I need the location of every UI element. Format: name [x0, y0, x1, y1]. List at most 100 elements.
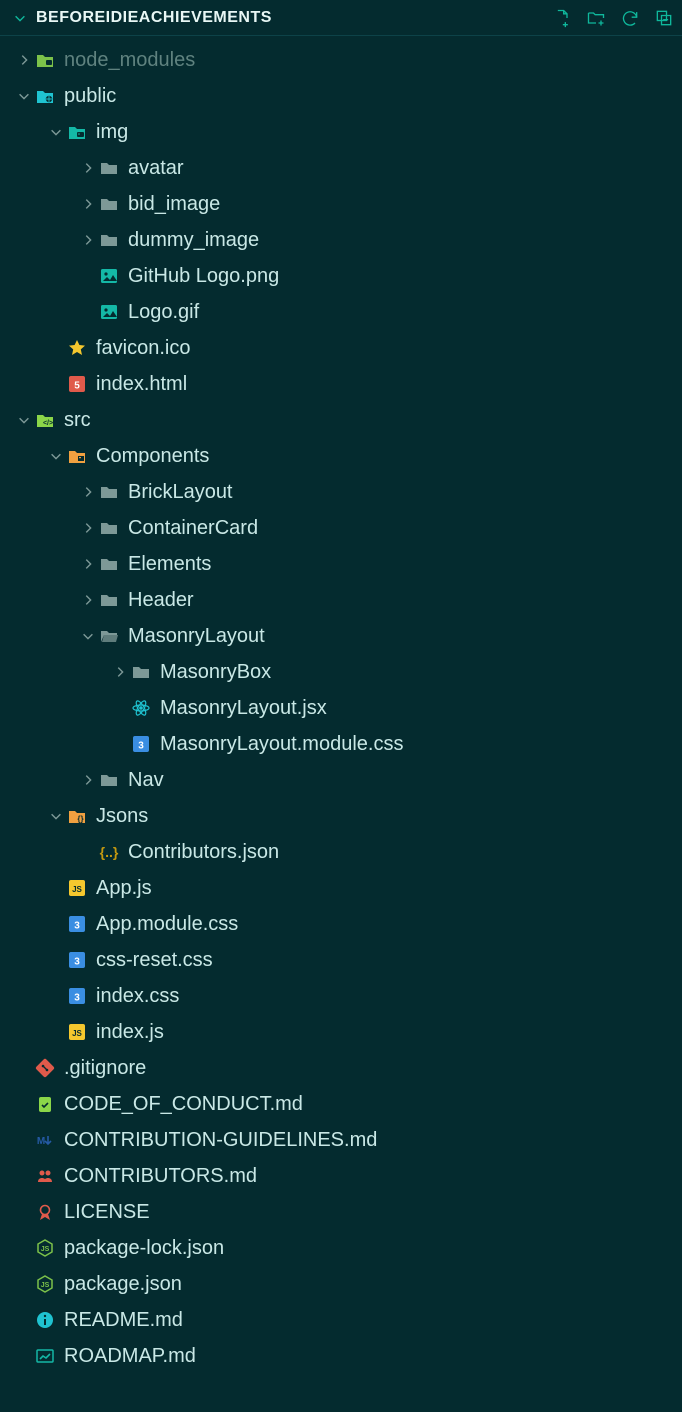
folder-icon [98, 157, 120, 179]
refresh-icon[interactable] [620, 8, 640, 28]
tree-item[interactable]: src [0, 402, 682, 438]
chevron-down-icon[interactable] [78, 629, 98, 643]
tree-item[interactable]: CODE_OF_CONDUCT.md [0, 1086, 682, 1122]
css-icon [130, 733, 152, 755]
tree-item[interactable]: public [0, 78, 682, 114]
tree-item[interactable]: dummy_image [0, 222, 682, 258]
tree-item[interactable]: MasonryLayout.jsx [0, 690, 682, 726]
folder-icon [98, 769, 120, 791]
tree-item-label: BrickLayout [128, 481, 233, 504]
tree-item[interactable]: favicon.ico [0, 330, 682, 366]
folder-icon [98, 553, 120, 575]
chevron-down-icon[interactable] [46, 809, 66, 823]
chevron-down-icon[interactable] [14, 413, 34, 427]
tree-item-label: Contributors.json [128, 841, 279, 864]
tree-item[interactable]: Header [0, 582, 682, 618]
tree-item[interactable]: CONTRIBUTORS.md [0, 1158, 682, 1194]
tree-item[interactable]: .gitignore [0, 1050, 682, 1086]
tree-item[interactable]: README.md [0, 1302, 682, 1338]
tree-item[interactable]: App.module.css [0, 906, 682, 942]
tree-item[interactable]: MasonryBox [0, 654, 682, 690]
tree-item[interactable]: bid_image [0, 186, 682, 222]
tree-item-label: CONTRIBUTORS.md [64, 1165, 257, 1188]
tree-item[interactable]: img [0, 114, 682, 150]
new-folder-icon[interactable] [586, 8, 606, 28]
folder-public-icon [34, 85, 56, 107]
tree-item[interactable]: node_modules [0, 42, 682, 78]
tree-item-label: index.js [96, 1021, 164, 1044]
tree-item-label: index.html [96, 373, 187, 396]
chevron-right-icon[interactable] [78, 773, 98, 787]
tree-item[interactable]: index.css [0, 978, 682, 1014]
chevron-down-icon[interactable] [46, 449, 66, 463]
chevron-right-icon[interactable] [78, 485, 98, 499]
chevron-down-icon[interactable] [46, 125, 66, 139]
chevron-right-icon[interactable] [110, 665, 130, 679]
tree-item[interactable]: index.html [0, 366, 682, 402]
tree-item[interactable]: css-reset.css [0, 942, 682, 978]
tree-item-label: Components [96, 445, 209, 468]
tree-item[interactable]: CONTRIBUTION-GUIDELINES.md [0, 1122, 682, 1158]
tree-item-label: avatar [128, 157, 184, 180]
new-file-icon[interactable] [552, 8, 572, 28]
html-icon [66, 373, 88, 395]
node-icon [34, 1273, 56, 1295]
tree-item[interactable]: ContainerCard [0, 510, 682, 546]
tree-item[interactable]: avatar [0, 150, 682, 186]
chevron-right-icon[interactable] [78, 593, 98, 607]
tree-item-label: MasonryLayout [128, 625, 265, 648]
tree-item-label: ROADMAP.md [64, 1345, 196, 1368]
tree-item[interactable]: Components [0, 438, 682, 474]
image-icon [98, 265, 120, 287]
tree-item[interactable]: App.js [0, 870, 682, 906]
node-icon [34, 1237, 56, 1259]
tree-item[interactable]: package.json [0, 1266, 682, 1302]
chevron-right-icon[interactable] [78, 161, 98, 175]
tree-item[interactable]: MasonryLayout [0, 618, 682, 654]
tree-item[interactable]: Logo.gif [0, 294, 682, 330]
chevron-right-icon[interactable] [78, 197, 98, 211]
tree-item[interactable]: GitHub Logo.png [0, 258, 682, 294]
tree-item[interactable]: Contributors.json [0, 834, 682, 870]
tree-item[interactable]: ROADMAP.md [0, 1338, 682, 1374]
tree-item[interactable]: LICENSE [0, 1194, 682, 1230]
css-icon [66, 985, 88, 1007]
file-tree: node_modulespublicimg avatar bid_imagedumm… [0, 36, 682, 1374]
tree-item-label: favicon.ico [96, 337, 191, 360]
chevron-right-icon[interactable] [78, 233, 98, 247]
tree-item[interactable]: Nav [0, 762, 682, 798]
tree-item-label: package.json [64, 1273, 182, 1296]
folder-src-icon [34, 409, 56, 431]
folder-icon [98, 589, 120, 611]
tree-item[interactable]: BrickLayout [0, 474, 682, 510]
tree-item-label: Jsons [96, 805, 148, 828]
folder-icon [98, 193, 120, 215]
tree-item[interactable]: index.js [0, 1014, 682, 1050]
tree-item-label: CODE_OF_CONDUCT.md [64, 1093, 303, 1116]
tree-item-label: bid_image [128, 193, 220, 216]
tree-item-label: Logo.gif [128, 301, 199, 324]
collapse-all-icon[interactable] [654, 8, 674, 28]
tree-item[interactable]: Jsons [0, 798, 682, 834]
chevron-right-icon[interactable] [14, 53, 34, 67]
tree-item-label: Header [128, 589, 194, 612]
tree-item-label: README.md [64, 1309, 183, 1332]
tree-item-label: index.css [96, 985, 179, 1008]
chevron-down-icon[interactable] [14, 89, 34, 103]
chevron-right-icon[interactable] [78, 557, 98, 571]
folder-img-icon [66, 121, 88, 143]
chevron-right-icon[interactable] [78, 521, 98, 535]
people-icon [34, 1165, 56, 1187]
star-icon [66, 337, 88, 359]
chevron-down-icon[interactable] [10, 11, 30, 25]
tree-item-label: ContainerCard [128, 517, 258, 540]
tree-item-label: GitHub Logo.png [128, 265, 279, 288]
tree-item[interactable]: package-lock.json [0, 1230, 682, 1266]
tree-item[interactable]: Elements [0, 546, 682, 582]
tree-item-label: node_modules [64, 49, 195, 72]
tree-item-label: MasonryBox [160, 661, 271, 684]
license-icon [34, 1201, 56, 1223]
folder-json-icon [66, 805, 88, 827]
tree-item[interactable]: MasonryLayout.module.css [0, 726, 682, 762]
tree-item-label: App.module.css [96, 913, 238, 936]
